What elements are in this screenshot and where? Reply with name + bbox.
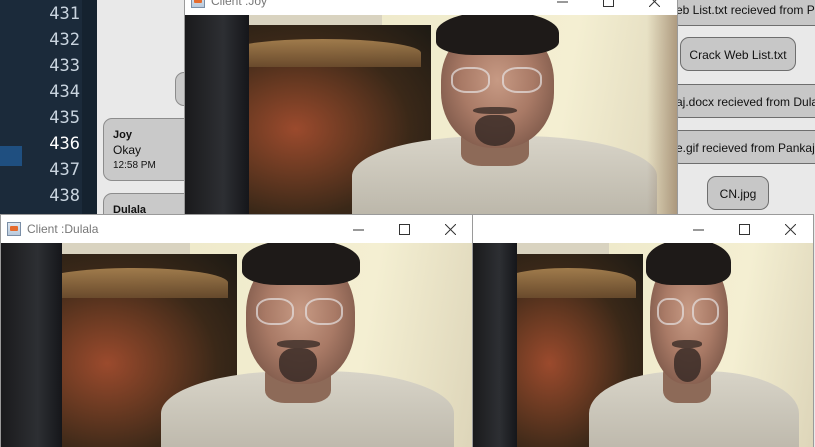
- message-text: Okay: [113, 143, 142, 157]
- video-headboard-rail: [38, 268, 228, 298]
- line-number: 437: [49, 160, 80, 180]
- video-beard: [475, 114, 515, 147]
- client-joy-window[interactable]: Client :Joy: [184, 0, 678, 215]
- file-received-notice: e.gif recieved from Pankaj: [671, 130, 815, 164]
- window-titlebar[interactable]: [473, 215, 813, 243]
- video-dark-object: [1, 243, 63, 447]
- line-number: 433: [49, 56, 80, 76]
- webcam-video-frame: [185, 15, 677, 214]
- video-person-hair: [241, 243, 360, 285]
- maximize-icon[interactable]: [381, 215, 427, 243]
- video-dark-object: [185, 15, 249, 214]
- line-number: 434: [49, 82, 80, 102]
- video-dark-object: [473, 243, 518, 447]
- file-received-notice: aj.docx recieved from Dula: [671, 84, 815, 118]
- window-title: Client :Dulala: [27, 222, 99, 236]
- video-beard: [673, 348, 701, 382]
- video-mustache: [671, 339, 703, 348]
- line-number: 432: [49, 30, 80, 50]
- video-glasses-right: [305, 297, 344, 325]
- close-icon[interactable]: [427, 215, 473, 243]
- maximize-icon[interactable]: [721, 215, 767, 243]
- cn-jpg-file-button[interactable]: CN.jpg: [707, 176, 769, 210]
- window-titlebar[interactable]: Client :Dulala: [1, 215, 473, 243]
- file-received-notice: eb List.txt recieved from P: [671, 0, 815, 26]
- video-person-hair: [435, 15, 559, 55]
- java-window-icon: [7, 222, 21, 236]
- maximize-icon[interactable]: [585, 0, 631, 15]
- window-titlebar[interactable]: Client :Joy: [185, 0, 677, 15]
- video-mustache: [277, 339, 320, 348]
- video-glasses-right: [692, 297, 720, 325]
- window-title: Client :Joy: [211, 0, 268, 8]
- video-headboard-rail: [500, 268, 637, 298]
- message-time: 12:58 PM: [113, 160, 156, 171]
- video-shadow: [647, 15, 677, 214]
- line-number: 438: [49, 186, 80, 206]
- video-glasses-left: [656, 297, 684, 325]
- minimize-icon[interactable]: [539, 0, 585, 15]
- message-sender: Joy: [113, 129, 132, 141]
- video-mustache: [472, 106, 518, 115]
- close-icon[interactable]: [631, 0, 677, 15]
- line-number: 431: [49, 4, 80, 24]
- video-glasses-left: [450, 66, 491, 93]
- line-number: 436: [49, 134, 80, 154]
- video-glasses-left: [255, 297, 294, 325]
- client-window-third[interactable]: [472, 214, 814, 447]
- video-person-hair: [646, 243, 732, 285]
- close-icon[interactable]: [767, 215, 813, 243]
- webcam-video-frame: [473, 243, 813, 447]
- java-window-icon: [191, 0, 205, 8]
- webcam-video-frame: [1, 243, 473, 447]
- crack-web-list-file-button[interactable]: Crack Web List.txt: [680, 37, 796, 71]
- line-number: 435: [49, 108, 80, 128]
- client-dulala-window[interactable]: Client :Dulala: [0, 214, 474, 447]
- minimize-icon[interactable]: [675, 215, 721, 243]
- video-beard: [279, 348, 318, 382]
- video-glasses-right: [502, 66, 542, 93]
- video-headboard-rail: [224, 38, 422, 67]
- minimize-icon[interactable]: [335, 215, 381, 243]
